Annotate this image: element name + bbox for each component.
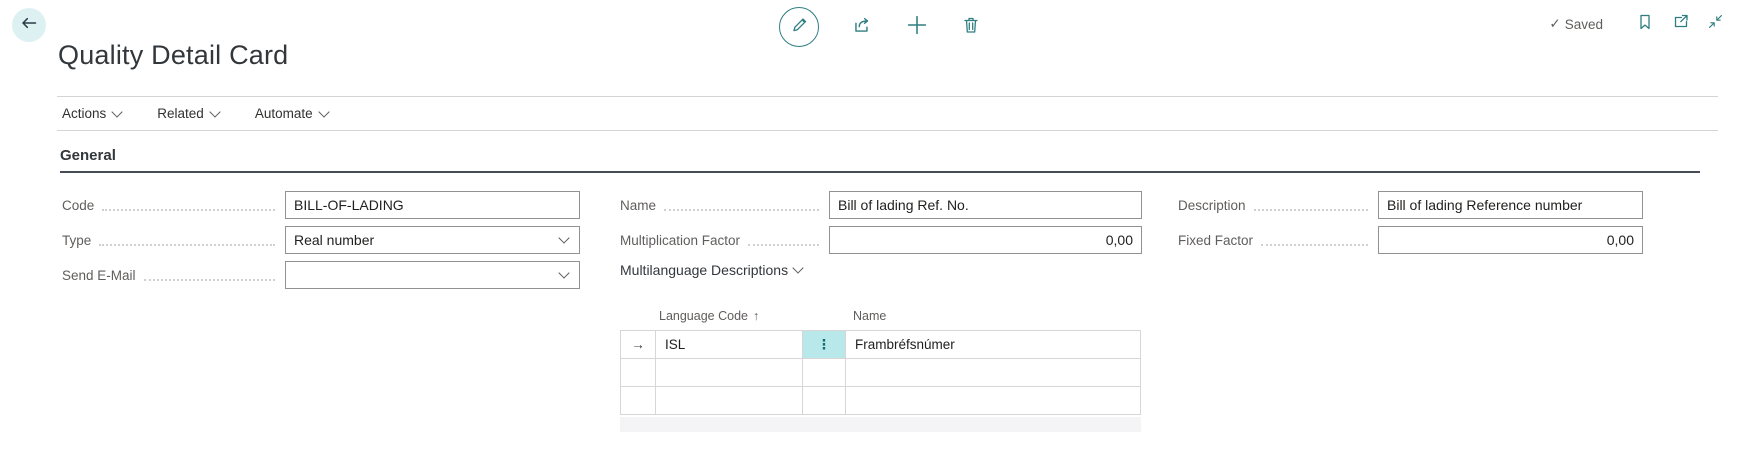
- code-input[interactable]: [285, 191, 580, 219]
- send-email-select[interactable]: [285, 261, 580, 289]
- active-row-arrow-icon: →: [621, 331, 656, 358]
- back-button[interactable]: [12, 8, 46, 42]
- type-value: Real number: [294, 232, 374, 248]
- page-title: Quality Detail Card: [58, 40, 288, 71]
- dotted-leader: [99, 234, 275, 246]
- multiplication-factor-input[interactable]: [829, 226, 1142, 254]
- window-controls: ✓ Saved: [1549, 12, 1724, 36]
- multilanguage-descriptions-toggle[interactable]: Multilanguage Descriptions: [620, 262, 802, 278]
- table-header: Language Code ↑ Name: [620, 301, 1141, 330]
- field-row-multiplication-factor: Multiplication Factor: [620, 226, 1142, 254]
- menu-automate[interactable]: Automate: [255, 106, 328, 121]
- saved-label: Saved: [1565, 17, 1603, 32]
- name-cell[interactable]: Frambréfsnúmer: [846, 331, 1140, 358]
- language-code-cell[interactable]: [656, 387, 803, 414]
- menu-related[interactable]: Related: [157, 106, 219, 121]
- language-code-cell[interactable]: [656, 359, 803, 386]
- name-cell[interactable]: [846, 359, 1140, 386]
- column-header-language-code[interactable]: Language Code ↑: [655, 309, 802, 323]
- delete-button[interactable]: [961, 15, 981, 40]
- name-header-label: Name: [853, 309, 886, 323]
- dotted-leader: [748, 234, 819, 246]
- description-input[interactable]: [1378, 191, 1643, 219]
- back-arrow-icon: [20, 14, 38, 37]
- menu-actions-label: Actions: [62, 106, 106, 121]
- row-menu-cell[interactable]: [803, 387, 846, 414]
- bookmark-icon: [1636, 13, 1654, 36]
- table-body: → ISL ⋮ Frambréfsnúmer: [620, 330, 1141, 415]
- fixed-factor-input[interactable]: [1378, 226, 1643, 254]
- sort-ascending-icon: ↑: [753, 309, 759, 323]
- dotted-leader: [144, 269, 275, 281]
- name-label: Name: [620, 198, 656, 213]
- type-label: Type: [62, 233, 91, 248]
- row-arrow-cell: [621, 387, 656, 414]
- new-button[interactable]: [905, 13, 929, 42]
- menu-actions[interactable]: Actions: [62, 106, 121, 121]
- row-menu-cell[interactable]: [803, 359, 846, 386]
- dotted-leader: [1254, 199, 1368, 211]
- field-row-description: Description: [1178, 191, 1643, 219]
- language-code-header-label: Language Code: [659, 309, 748, 323]
- code-label: Code: [62, 198, 94, 213]
- table-row: [621, 387, 1140, 414]
- section-divider: [60, 171, 1700, 173]
- bookmark-button[interactable]: [1636, 13, 1654, 36]
- name-input[interactable]: [829, 191, 1142, 219]
- dotted-leader: [102, 199, 275, 211]
- chevron-down-icon: [318, 106, 329, 117]
- table-scrollbar-strip[interactable]: [620, 417, 1141, 432]
- chevron-down-icon: [209, 106, 220, 117]
- language-code-cell[interactable]: ISL: [656, 331, 803, 358]
- send-email-label: Send E-Mail: [62, 268, 136, 283]
- table-row: → ISL ⋮ Frambréfsnúmer: [621, 331, 1140, 359]
- chevron-down-icon: [792, 262, 803, 273]
- trash-icon: [961, 15, 981, 40]
- multilanguage-descriptions-table: Language Code ↑ Name → ISL ⋮ Frambréfsnú…: [620, 301, 1141, 432]
- menu-automate-label: Automate: [255, 106, 313, 121]
- field-row-type: Type Real number: [62, 226, 580, 254]
- dotted-leader: [664, 199, 819, 211]
- quality-detail-card-page: ✓ Saved Quality Detail Card Actions Rela…: [0, 0, 1746, 463]
- table-row: [621, 359, 1140, 387]
- plus-icon: [905, 13, 929, 42]
- field-row-fixed-factor: Fixed Factor: [1178, 226, 1643, 254]
- check-icon: ✓: [1549, 16, 1560, 32]
- description-label: Description: [1178, 198, 1246, 213]
- save-status: ✓ Saved: [1549, 16, 1603, 32]
- multilanguage-descriptions-label: Multilanguage Descriptions: [620, 262, 788, 278]
- field-row-code: Code: [62, 191, 580, 219]
- row-arrow-cell: [621, 359, 656, 386]
- popout-icon: [1671, 12, 1690, 36]
- multiplication-factor-label: Multiplication Factor: [620, 233, 740, 248]
- share-button[interactable]: [851, 14, 873, 41]
- type-select[interactable]: Real number: [285, 226, 580, 254]
- column-header-name[interactable]: Name: [845, 309, 1141, 323]
- collapse-icon: [1707, 13, 1724, 35]
- chevron-down-icon: [112, 106, 123, 117]
- general-section-title[interactable]: General: [60, 147, 116, 164]
- chevron-down-icon: [558, 232, 569, 243]
- field-row-name: Name: [620, 191, 1142, 219]
- row-menu-ellipsis-icon[interactable]: ⋮: [803, 331, 846, 358]
- collapse-button[interactable]: [1707, 13, 1724, 35]
- open-in-window-button[interactable]: [1671, 12, 1690, 36]
- edit-button[interactable]: [779, 7, 819, 47]
- pencil-icon: [790, 16, 808, 39]
- action-menubar: Actions Related Automate: [57, 96, 1718, 131]
- toolbar: [779, 7, 981, 47]
- share-icon: [851, 14, 873, 41]
- name-cell[interactable]: [846, 387, 1140, 414]
- fixed-factor-label: Fixed Factor: [1178, 233, 1253, 248]
- dotted-leader: [1261, 234, 1368, 246]
- field-row-send-email: Send E-Mail: [62, 261, 580, 289]
- menu-related-label: Related: [157, 106, 204, 121]
- chevron-down-icon: [558, 267, 569, 278]
